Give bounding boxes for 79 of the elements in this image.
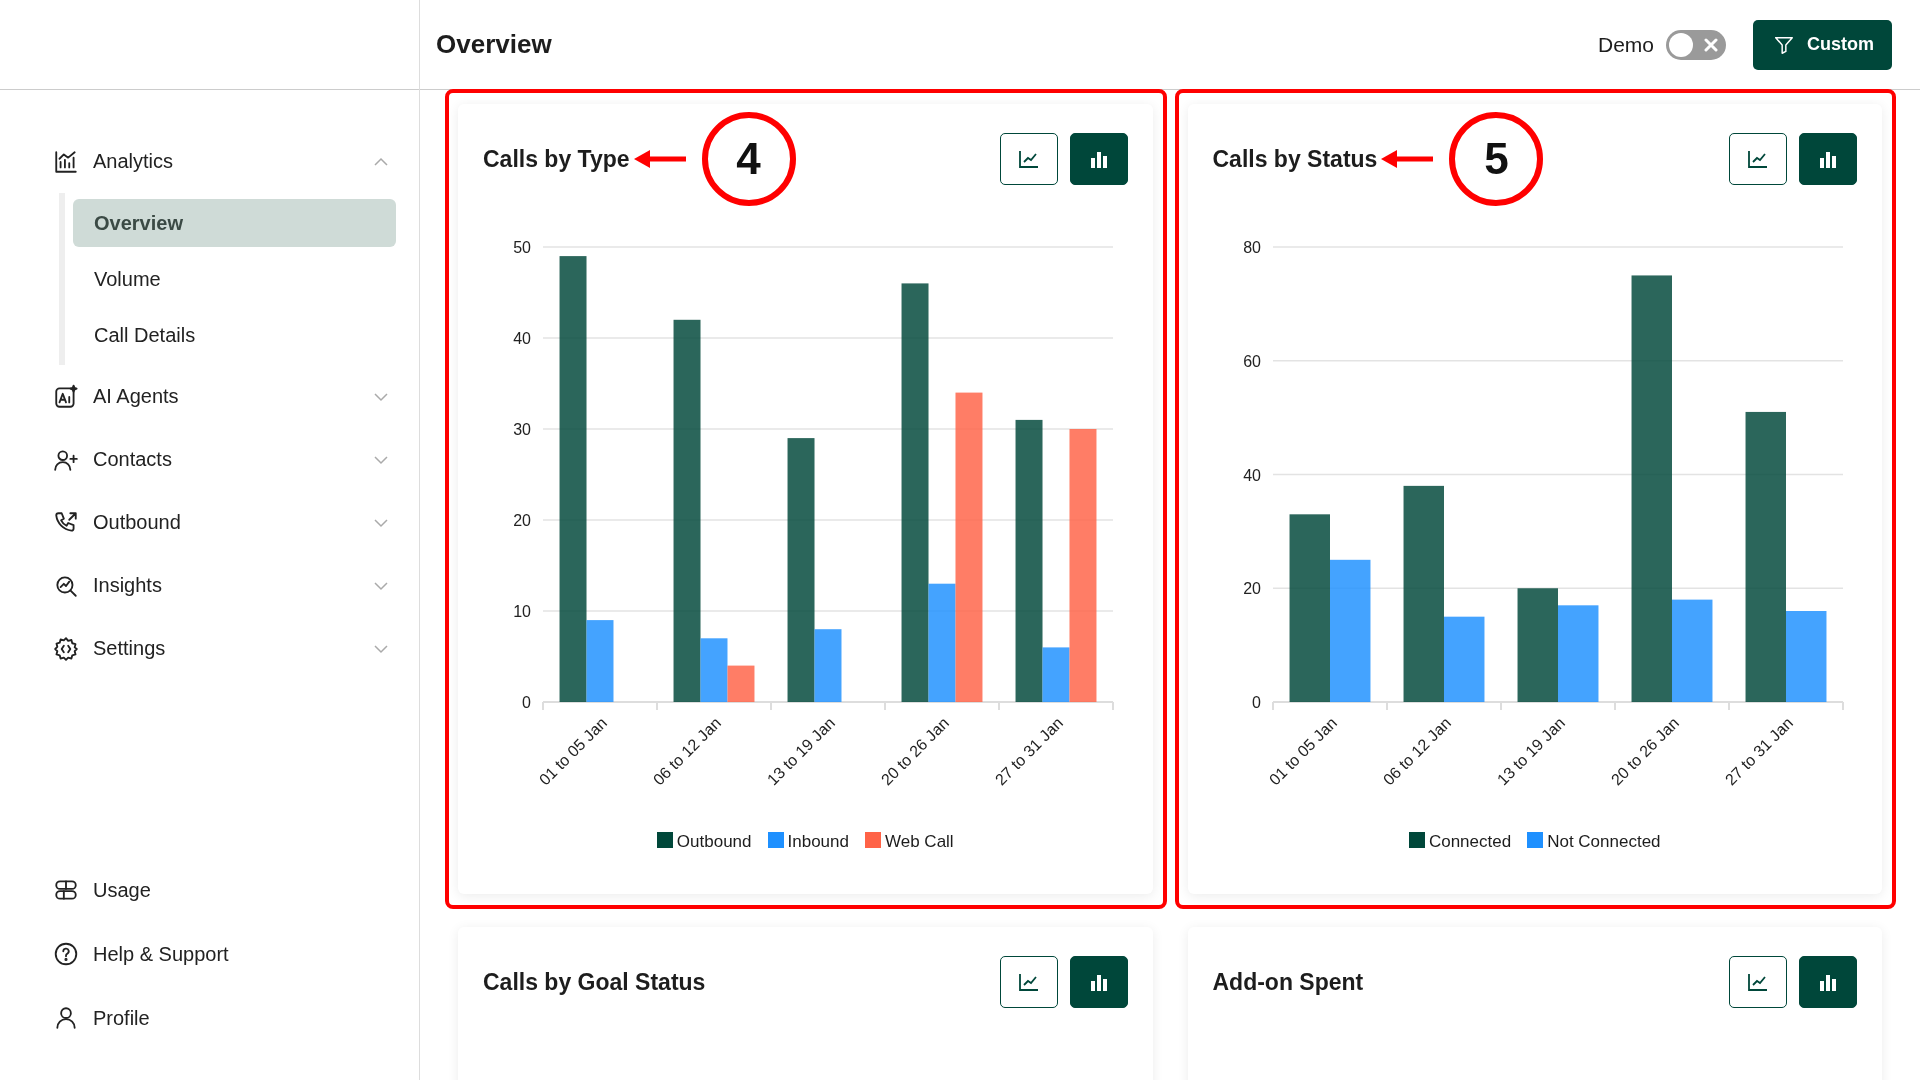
card-title: Calls by Status bbox=[1212, 145, 1378, 173]
nav-item[interactable]: Contacts bbox=[53, 428, 419, 491]
nav-subitem[interactable]: Volume bbox=[73, 255, 396, 303]
chevron-icon bbox=[373, 517, 389, 528]
callout-arrow bbox=[633, 149, 686, 169]
axis-label: 13 to 19 Jan bbox=[1493, 714, 1568, 789]
axis-label: 20 bbox=[1242, 580, 1261, 598]
chart-view-button[interactable] bbox=[1799, 133, 1857, 185]
chevron-icon bbox=[373, 156, 389, 167]
chart-view-button[interactable] bbox=[999, 956, 1058, 1008]
axis-label: 30 bbox=[513, 421, 531, 438]
nav-subitem[interactable]: Overview bbox=[73, 199, 396, 247]
axis-label: 20 to 26 Jan bbox=[1607, 714, 1682, 789]
axis-label: 20 bbox=[513, 512, 531, 529]
chart-view-button[interactable] bbox=[1799, 956, 1857, 1008]
chevron-icon bbox=[373, 643, 389, 654]
nav-item[interactable]: Usage bbox=[53, 858, 419, 922]
toggle-label: Demo bbox=[1597, 32, 1654, 57]
line-chart-icon bbox=[1748, 973, 1768, 991]
legend-label: Outbound bbox=[676, 832, 752, 852]
chart-view-button[interactable] bbox=[1069, 956, 1128, 1008]
nav-item[interactable]: Insights bbox=[53, 554, 419, 617]
nav-item[interactable]: Outbound bbox=[53, 491, 419, 554]
nav-icon bbox=[53, 635, 79, 662]
axis-label: 40 bbox=[513, 330, 531, 347]
nav-item[interactable]: Analytics bbox=[53, 130, 419, 193]
nav-icon bbox=[53, 1005, 79, 1031]
axis-label: 60 bbox=[1242, 352, 1261, 370]
legend-label: Web Call bbox=[885, 832, 954, 852]
card-title: Calls by Type bbox=[483, 145, 630, 173]
nav-item[interactable]: AI Agents bbox=[53, 365, 419, 428]
nav-subitem[interactable]: Call Details bbox=[73, 311, 396, 359]
nav-icon bbox=[53, 941, 79, 967]
bar-chart-icon bbox=[1818, 150, 1838, 168]
axis-label: 0 bbox=[1251, 694, 1261, 711]
axis-label: 80 bbox=[1242, 239, 1261, 256]
axis-label: 50 bbox=[513, 239, 531, 256]
chevron-icon bbox=[373, 580, 389, 591]
x-icon bbox=[1704, 37, 1718, 52]
legend-label: Not Connected bbox=[1547, 832, 1661, 852]
demo-toggle[interactable] bbox=[1666, 29, 1726, 60]
axis-label: 0 bbox=[522, 694, 531, 711]
card-title: Calls by Goal Status bbox=[483, 968, 706, 996]
chart-view-button[interactable] bbox=[999, 133, 1058, 185]
axis-label: 27 to 31 Jan bbox=[991, 714, 1067, 789]
nav-icon bbox=[53, 383, 79, 410]
axis-label: 01 to 05 Jan bbox=[535, 714, 611, 789]
axis-label: 27 to 31 Jan bbox=[1721, 714, 1796, 789]
chevron-icon bbox=[373, 391, 389, 402]
filter-button[interactable]: Custom bbox=[1753, 19, 1892, 70]
axis-label: 06 to 12 Jan bbox=[649, 714, 725, 789]
axis-label: 01 to 05 Jan bbox=[1265, 714, 1340, 789]
chart-view-button[interactable] bbox=[1069, 133, 1128, 185]
nav-item[interactable]: Profile bbox=[53, 986, 419, 1050]
card-title: Add-on Spent bbox=[1212, 968, 1364, 996]
chart-view-button[interactable] bbox=[1729, 133, 1787, 185]
callout-number: 5 bbox=[1449, 112, 1544, 206]
callout-arrow bbox=[1381, 149, 1434, 169]
legend-label: Connected bbox=[1428, 832, 1512, 852]
line-chart-icon bbox=[1018, 973, 1039, 991]
legend-label: Inbound bbox=[787, 832, 849, 852]
page-title: Overview bbox=[436, 29, 553, 60]
chart-view-button[interactable] bbox=[1729, 956, 1787, 1008]
nav-item[interactable]: Help & Support bbox=[53, 922, 419, 986]
axis-label: 06 to 12 Jan bbox=[1379, 714, 1454, 789]
line-chart-icon bbox=[1748, 150, 1768, 168]
axis-label: 13 to 19 Jan bbox=[763, 714, 839, 789]
nav-icon bbox=[53, 877, 79, 903]
axis-label: 10 bbox=[513, 603, 531, 620]
callout-number: 4 bbox=[701, 112, 796, 206]
nav-icon bbox=[53, 148, 79, 175]
line-chart-icon bbox=[1018, 150, 1039, 168]
bar-chart-icon bbox=[1088, 150, 1109, 168]
axis-label: 20 to 26 Jan bbox=[877, 714, 953, 789]
nav-item[interactable]: Settings bbox=[53, 617, 419, 680]
chevron-icon bbox=[373, 454, 389, 465]
axis-label: 40 bbox=[1242, 466, 1261, 484]
bar-chart-icon bbox=[1088, 973, 1109, 991]
bar-chart-icon bbox=[1818, 973, 1838, 991]
